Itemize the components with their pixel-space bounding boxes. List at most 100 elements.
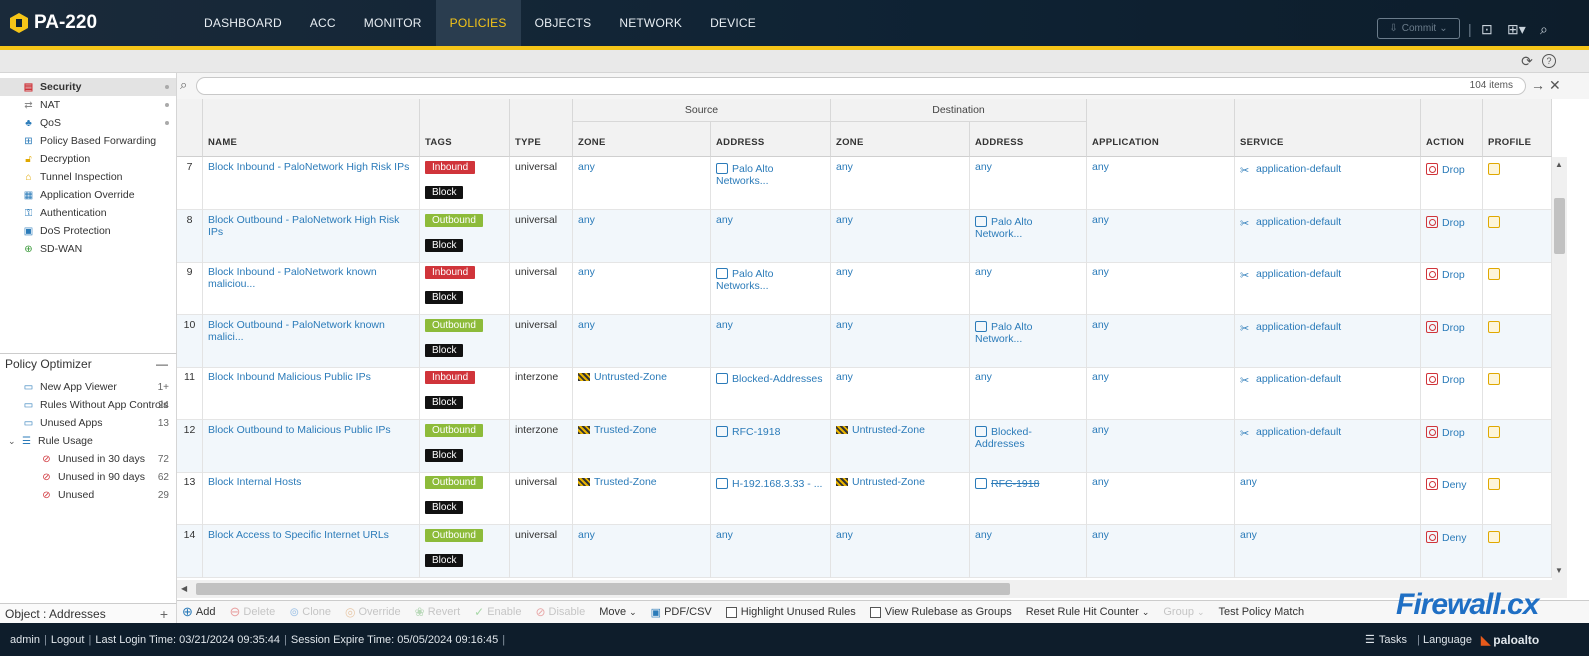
save-config-icon[interactable]: ⊞▾ [1507, 21, 1526, 38]
security-profile-icon[interactable] [1488, 320, 1500, 333]
security-profile-icon[interactable] [1488, 268, 1500, 280]
sidebar-item-decryption[interactable]: 🔓︎ Decryption [0, 150, 176, 168]
rule-name-link[interactable]: Block Inbound Malicious Public IPs [208, 371, 371, 383]
zone-link[interactable]: Untrusted-Zone [594, 371, 667, 383]
vertical-scroll-thumb[interactable] [1554, 198, 1565, 254]
service-link[interactable]: application-default [1256, 216, 1341, 228]
checkbox[interactable] [725, 606, 737, 618]
zone-link[interactable]: any [578, 214, 595, 226]
security-profile-icon[interactable] [1488, 215, 1500, 228]
sidebar-item-qos[interactable]: ♣ QoS [0, 114, 176, 132]
tab-device[interactable]: DEVICE [696, 0, 770, 46]
service-link[interactable]: application-default [1256, 426, 1341, 438]
zone-link[interactable]: any [578, 529, 595, 541]
column-header-type[interactable]: TYPE [510, 99, 573, 157]
application-link[interactable]: any [1092, 319, 1109, 331]
test-policy-match-button[interactable]: Test Policy Match [1218, 606, 1304, 618]
table-row[interactable]: 10 Block Outbound - PaloNetwork known mal… [177, 314, 1552, 368]
zone-link[interactable]: any [836, 371, 853, 383]
tab-objects[interactable]: OBJECTS [521, 0, 606, 46]
disable-button[interactable]: ⊘ Disable [535, 605, 585, 619]
service-link[interactable]: any [1240, 476, 1257, 488]
logout-link[interactable]: Logout [51, 634, 85, 646]
zone-link[interactable]: any [836, 319, 853, 331]
application-link[interactable]: any [1092, 266, 1109, 278]
revert-button[interactable]: ❀ Revert [415, 605, 460, 619]
column-header-source-address[interactable]: ADDRESS [711, 122, 831, 157]
table-row[interactable]: 11 Block Inbound Malicious Public IPs Inbo… [177, 367, 1552, 420]
sidebar-item-dos-protection[interactable]: ▣ DoS Protection [0, 222, 176, 240]
security-profile-icon[interactable] [1488, 163, 1500, 175]
security-profile-icon[interactable] [1488, 373, 1500, 385]
table-row[interactable]: 14 Block Access to Specific Internet URLs… [177, 524, 1552, 578]
action-link[interactable]: Deny [1442, 532, 1467, 544]
add-button[interactable]: ⊕ Add [182, 604, 215, 620]
optimizer-item-rules-without-app-controls[interactable]: ▭ Rules Without App Controls 24 [0, 396, 176, 414]
sidebar-item-authentication[interactable]: ⚿ Authentication [0, 204, 176, 222]
chevron-down-icon[interactable]: ⌄ [8, 436, 20, 447]
application-link[interactable]: any [1092, 214, 1109, 226]
address-link[interactable]: any [716, 529, 733, 541]
override-button[interactable]: ◎ Override [345, 605, 401, 619]
action-link[interactable]: Drop [1442, 427, 1465, 439]
address-link[interactable]: any [975, 529, 992, 541]
column-header-source-zone[interactable]: ZONE [573, 122, 711, 157]
address-link[interactable]: RFC-1918 [991, 478, 1039, 490]
pdf-csv-button[interactable]: ▣ PDF/CSV [651, 606, 712, 619]
action-link[interactable]: Drop [1442, 322, 1465, 334]
column-header-profile[interactable]: PROFILE [1483, 99, 1552, 157]
service-link[interactable]: application-default [1256, 321, 1341, 333]
delete-button[interactable]: ⊖ Delete [229, 604, 275, 620]
service-link[interactable]: any [1240, 529, 1257, 541]
service-link[interactable]: application-default [1256, 163, 1341, 175]
refresh-icon[interactable]: ⟳ [1520, 53, 1534, 69]
zone-link[interactable]: any [836, 266, 853, 278]
table-row[interactable]: 13 Block Internal Hosts Outbound Block unive… [177, 472, 1552, 525]
rule-name-link[interactable]: Block Internal Hosts [208, 476, 301, 488]
security-profile-icon[interactable] [1488, 425, 1500, 438]
action-link[interactable]: Drop [1442, 164, 1465, 176]
collapse-icon[interactable]: — [156, 357, 168, 371]
rule-name-link[interactable]: Block Inbound - PaloNetwork High Risk IP… [208, 161, 409, 173]
group-button[interactable]: Group ⌄ [1163, 606, 1204, 618]
rule-name-link[interactable]: Block Outbound - PaloNetwork High Risk I… [208, 214, 399, 238]
optimizer-item-unused[interactable]: ⊘ Unused 29 [0, 486, 176, 504]
checkbox[interactable] [869, 606, 881, 618]
tab-acc[interactable]: ACC [296, 0, 350, 46]
application-link[interactable]: any [1092, 529, 1109, 541]
column-header-destination-address[interactable]: ADDRESS [970, 122, 1087, 157]
optimizer-item-unused-90[interactable]: ⊘ Unused in 90 days 62 [0, 468, 176, 486]
security-profile-icon[interactable] [1488, 478, 1500, 490]
sidebar-item-sdwan[interactable]: ⊕ SD-WAN [0, 240, 176, 258]
column-header-tags[interactable]: TAGS [420, 99, 510, 157]
rule-name-link[interactable]: Block Outbound - PaloNetwork known malic… [208, 319, 385, 343]
sidebar-item-pbf[interactable]: ⊞ Policy Based Forwarding [0, 132, 176, 150]
move-button[interactable]: Move ⌄ [599, 606, 636, 618]
action-link[interactable]: Drop [1442, 374, 1465, 386]
scroll-down-icon[interactable]: ▼ [1555, 566, 1563, 575]
zone-link[interactable]: Untrusted-Zone [852, 424, 925, 436]
application-link[interactable]: any [1092, 476, 1109, 488]
address-link[interactable]: any [975, 266, 992, 278]
column-header-destination-zone[interactable]: ZONE [831, 122, 970, 157]
config-lock-icon[interactable]: ⊡ [1481, 21, 1493, 38]
object-addresses-panel[interactable]: Object : Addresses + [0, 603, 177, 623]
application-link[interactable]: any [1092, 424, 1109, 436]
zone-link[interactable]: any [836, 214, 853, 226]
tab-monitor[interactable]: MONITOR [350, 0, 436, 46]
horizontal-scroll-thumb[interactable] [196, 583, 1010, 595]
scroll-left-icon[interactable]: ◀ [181, 584, 187, 593]
search-icon[interactable]: ⌕ [1540, 21, 1548, 38]
clone-button[interactable]: ⊚ Clone [289, 605, 331, 619]
action-link[interactable]: Drop [1442, 217, 1465, 229]
zone-link[interactable]: any [578, 319, 595, 331]
column-header-application[interactable]: APPLICATION [1087, 99, 1235, 157]
tab-policies[interactable]: POLICIES [435, 0, 521, 46]
address-link[interactable]: Blocked-Addresses [732, 373, 822, 385]
action-link[interactable]: Drop [1442, 269, 1465, 281]
table-row[interactable]: 8 Block Outbound - PaloNetwork High Risk … [177, 209, 1552, 263]
column-header-action[interactable]: ACTION [1421, 99, 1483, 157]
tasks-button[interactable]: ☰ Tasks [1365, 633, 1407, 647]
optimizer-item-new-app-viewer[interactable]: ▭ New App Viewer 1+ [0, 378, 176, 396]
highlight-unused-checkbox[interactable]: Highlight Unused Rules [725, 606, 856, 618]
